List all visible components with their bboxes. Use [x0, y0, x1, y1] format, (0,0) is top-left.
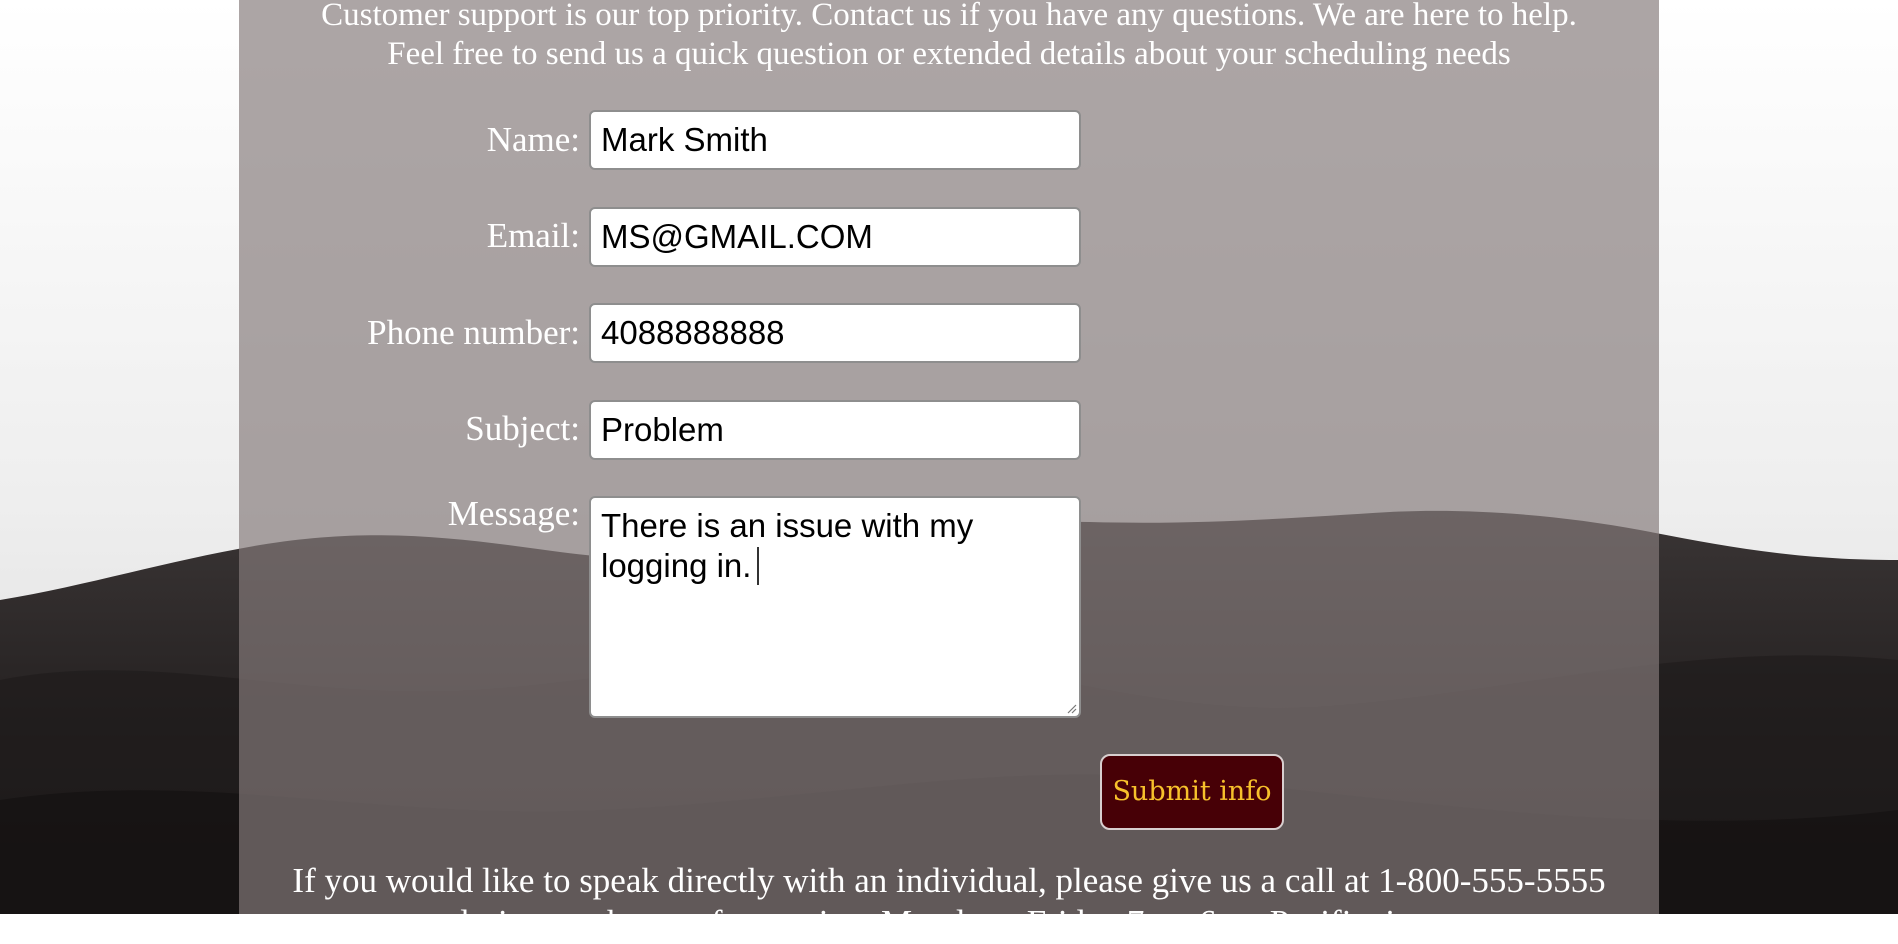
submit-button[interactable]: Submit info [1100, 754, 1284, 830]
intro-line-2: Feel free to send us a quick question or… [387, 36, 1511, 72]
email-field[interactable]: MS@GMAIL.COM [589, 207, 1081, 267]
intro-line-1: Customer support is our top priority. Co… [321, 0, 1577, 33]
footer-text: If you would like to speak directly with… [239, 860, 1659, 944]
footer-line-2: during our hours of operation, Monday - … [451, 903, 1447, 942]
intro-text: Customer support is our top priority. Co… [239, 0, 1659, 74]
resize-handle-icon[interactable] [1065, 702, 1077, 714]
phone-field[interactable]: 4088888888 [589, 303, 1081, 363]
email-label: Email: [486, 216, 580, 255]
text-caret [757, 547, 760, 585]
message-label: Message: [447, 494, 580, 533]
subject-field[interactable]: Problem [589, 400, 1081, 460]
name-field[interactable]: Mark Smith [589, 110, 1081, 170]
subject-label: Subject: [465, 409, 580, 448]
phone-label: Phone number: [367, 313, 580, 352]
message-textarea[interactable]: There is an issue with my logging in. [589, 496, 1081, 718]
message-text: There is an issue with my logging in. [601, 507, 974, 584]
footer-line-1: If you would like to speak directly with… [292, 861, 1606, 900]
name-label: Name: [486, 120, 580, 159]
